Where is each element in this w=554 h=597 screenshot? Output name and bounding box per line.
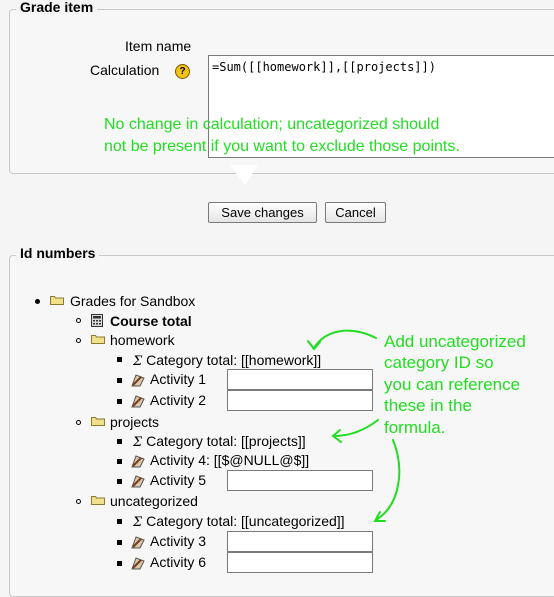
arrow-to-homework — [313, 329, 377, 349]
arrow-to-projects — [333, 419, 379, 437]
arrow-to-uncategorized — [375, 439, 401, 521]
annotation-arrows — [307, 329, 401, 522]
